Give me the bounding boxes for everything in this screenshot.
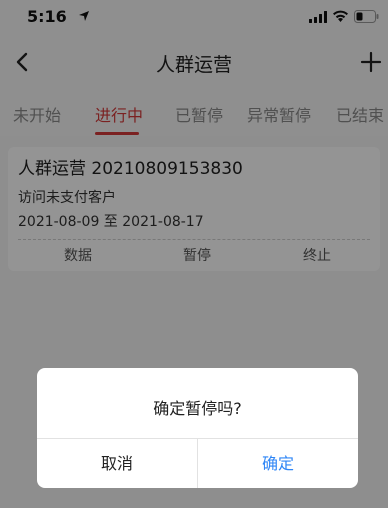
- confirm-button[interactable]: 确定: [198, 439, 358, 488]
- cancel-button[interactable]: 取消: [37, 439, 197, 488]
- confirm-dialog: 确定暂停吗? 取消 确定: [37, 368, 358, 488]
- dialog-message: 确定暂停吗?: [153, 399, 242, 418]
- app-screen: 5:16 人群运营 未开始 进行中 已暂停 异常暂停 已结束 人群运营 2021…: [0, 0, 388, 508]
